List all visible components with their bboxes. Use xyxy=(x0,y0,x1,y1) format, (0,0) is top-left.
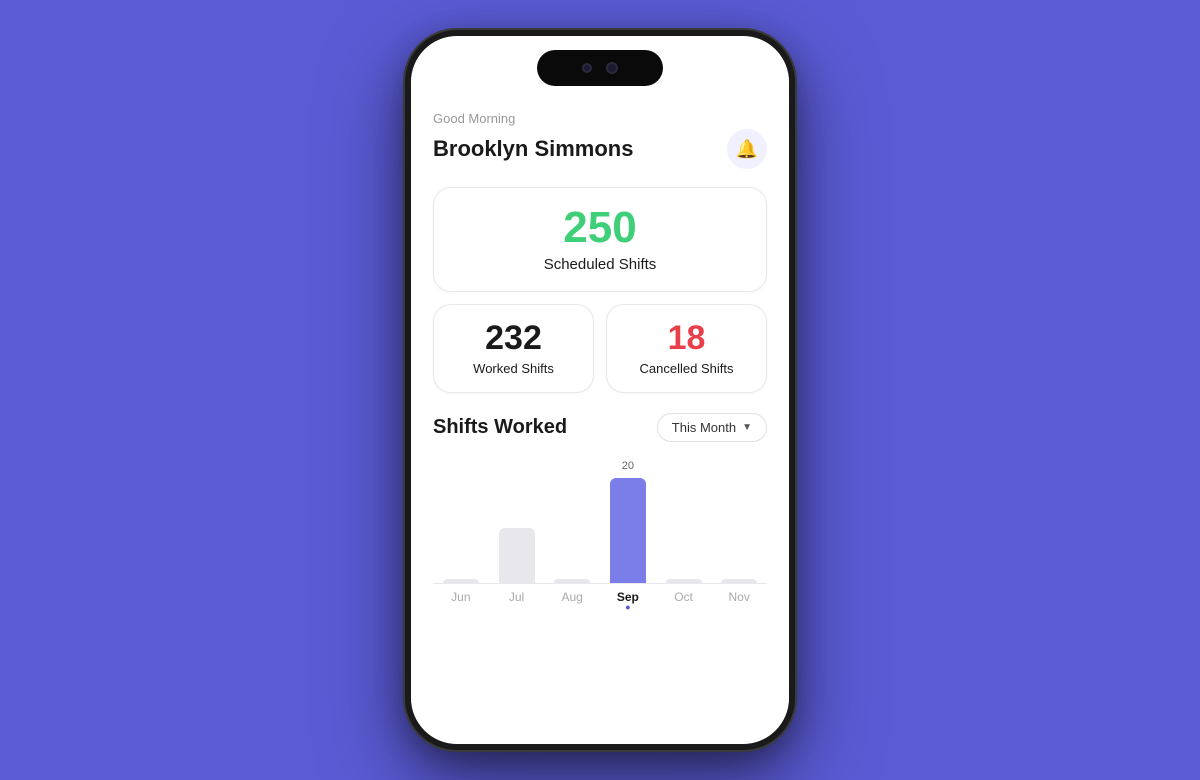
x-label-jul: Jul xyxy=(489,590,545,611)
scheduled-shifts-card: 250 Scheduled Shifts xyxy=(433,187,767,292)
chart-bars-area: 20 xyxy=(433,458,767,583)
app-content: Good Morning Brooklyn Simmons 🔔 250 Sche… xyxy=(411,36,789,744)
shifts-worked-header: Shifts Worked This Month ▼ xyxy=(433,413,767,442)
scheduled-number: 250 xyxy=(454,206,746,250)
shifts-worked-title: Shifts Worked xyxy=(433,416,567,439)
avatar-button[interactable]: 🔔 xyxy=(727,129,767,169)
camera-dot-left xyxy=(582,63,592,73)
cancelled-shifts-card: 18 Cancelled Shifts xyxy=(606,304,767,393)
bar-group-oct xyxy=(656,559,712,583)
bar-group-sep: 20 xyxy=(600,458,656,583)
user-name: Brooklyn Simmons xyxy=(433,136,633,162)
time-period-dropdown[interactable]: This Month ▼ xyxy=(657,413,767,442)
active-dot: • xyxy=(600,604,656,611)
notification-icon: 🔔 xyxy=(736,139,758,160)
header-row: Brooklyn Simmons 🔔 xyxy=(433,129,767,169)
phone-mockup: Good Morning Brooklyn Simmons 🔔 250 Sche… xyxy=(405,30,795,750)
x-label-sep: Sep• xyxy=(600,590,656,611)
worked-shifts-card: 232 Worked Shifts xyxy=(433,304,594,393)
phone-screen: Good Morning Brooklyn Simmons 🔔 250 Sche… xyxy=(411,36,789,744)
bar-group-nov xyxy=(711,559,767,583)
dropdown-label: This Month xyxy=(672,420,736,435)
x-label-aug: Aug xyxy=(544,590,600,611)
x-label-oct: Oct xyxy=(656,590,712,611)
cancelled-shifts-label: Cancelled Shifts xyxy=(623,361,750,376)
bar-group-aug xyxy=(544,559,600,583)
chart-x-axis: Jun Jul Aug Sep• Oct Nov xyxy=(433,583,767,611)
shifts-chart: 20 xyxy=(433,458,767,608)
bar-sep xyxy=(610,478,646,583)
chevron-down-icon: ▼ xyxy=(742,422,752,433)
stats-row: 232 Worked Shifts 18 Cancelled Shifts xyxy=(433,304,767,393)
cancelled-shifts-number: 18 xyxy=(623,321,750,355)
x-label-nov: Nov xyxy=(711,590,767,611)
bar-group-jun xyxy=(433,559,489,583)
greeting-text: Good Morning xyxy=(433,111,767,126)
worked-shifts-label: Worked Shifts xyxy=(450,361,577,376)
camera-dot-right xyxy=(606,62,618,74)
bar-jul xyxy=(499,528,535,583)
scheduled-label: Scheduled Shifts xyxy=(454,256,746,273)
worked-shifts-number: 232 xyxy=(450,321,577,355)
bar-group-jul xyxy=(489,508,545,583)
phone-frame: Good Morning Brooklyn Simmons 🔔 250 Sche… xyxy=(405,30,795,750)
bar-label-sep: 20 xyxy=(622,458,634,474)
content-scroll: Good Morning Brooklyn Simmons 🔔 250 Sche… xyxy=(411,101,789,744)
dynamic-island xyxy=(537,50,663,86)
x-label-jun: Jun xyxy=(433,590,489,611)
